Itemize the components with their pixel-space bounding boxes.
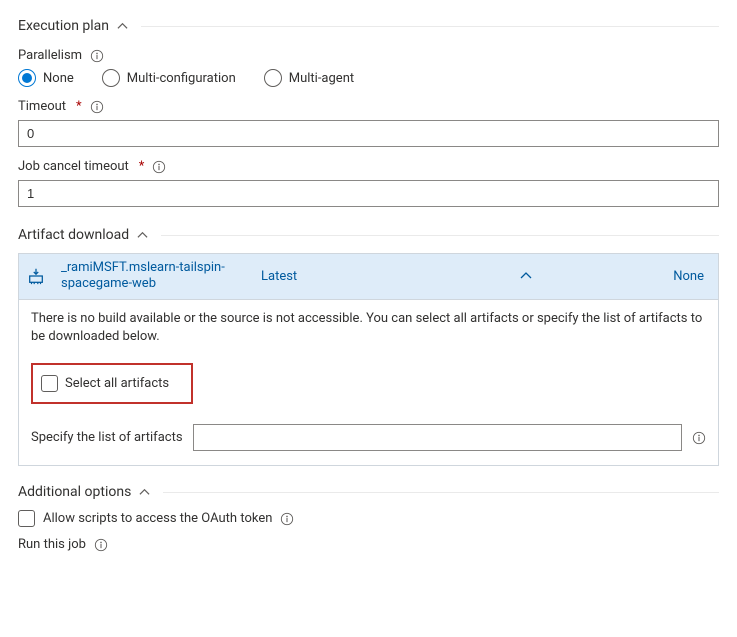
artifact-row[interactable]: _ramiMSFT.mslearn-tailspin-spacegame-web…	[19, 254, 718, 300]
required-mark: *	[76, 99, 82, 114]
allow-scripts-checkbox[interactable]	[18, 510, 35, 527]
chevron-up-icon	[115, 19, 129, 33]
build-icon	[19, 260, 53, 292]
run-this-job-row: Run this job	[18, 537, 719, 552]
radio-multi-configuration[interactable]: Multi-configuration	[102, 69, 236, 87]
info-icon[interactable]	[152, 160, 166, 174]
parallelism-label-row: Parallelism	[18, 48, 719, 63]
allow-scripts-label: Allow scripts to access the OAuth token	[43, 511, 272, 526]
artifact-body: There is no build available or the sourc…	[19, 300, 718, 466]
divider	[161, 235, 719, 236]
info-icon[interactable]	[90, 100, 104, 114]
artifact-version: Latest	[253, 263, 393, 290]
run-this-job-label: Run this job	[18, 537, 86, 552]
divider	[141, 26, 719, 27]
required-mark: *	[139, 159, 145, 174]
radio-none-label: None	[43, 71, 74, 86]
radio-none[interactable]: None	[18, 69, 74, 87]
cancel-timeout-label-row: Job cancel timeout *	[18, 159, 719, 174]
radio-multi-agent[interactable]: Multi-agent	[264, 69, 354, 87]
chevron-up-icon	[135, 228, 149, 242]
info-icon[interactable]	[90, 49, 104, 63]
timeout-label: Timeout	[18, 99, 66, 114]
parallelism-label: Parallelism	[18, 48, 82, 63]
artifact-selection-mode[interactable]: None	[658, 263, 718, 290]
info-icon[interactable]	[94, 538, 108, 552]
chevron-up-icon	[137, 485, 151, 499]
specify-artifacts-input[interactable]	[193, 424, 682, 451]
select-all-artifacts-option[interactable]: Select all artifacts	[31, 363, 193, 404]
select-all-checkbox[interactable]	[41, 375, 58, 392]
info-icon[interactable]	[280, 512, 294, 526]
artifact-collapse-toggle[interactable]	[393, 264, 658, 288]
parallelism-radio-group: None Multi-configuration Multi-agent	[18, 69, 719, 87]
specify-artifacts-row: Specify the list of artifacts	[31, 424, 706, 451]
info-icon[interactable]	[692, 431, 706, 445]
execution-plan-header[interactable]: Execution plan	[18, 18, 719, 34]
additional-options-header[interactable]: Additional options	[18, 484, 719, 500]
radio-multi-config-label: Multi-configuration	[127, 71, 236, 86]
artifact-download-header[interactable]: Artifact download	[18, 227, 719, 243]
specify-artifacts-label: Specify the list of artifacts	[31, 430, 183, 445]
cancel-timeout-label: Job cancel timeout	[18, 159, 129, 174]
artifact-source-name: _ramiMSFT.mslearn-tailspin-spacegame-web	[53, 254, 253, 299]
cancel-timeout-input[interactable]	[18, 180, 719, 207]
additional-options-title: Additional options	[18, 484, 131, 500]
artifact-box: _ramiMSFT.mslearn-tailspin-spacegame-web…	[18, 253, 719, 466]
timeout-input[interactable]	[18, 120, 719, 147]
select-all-label: Select all artifacts	[65, 376, 169, 391]
artifact-message: There is no build available or the sourc…	[31, 310, 706, 348]
execution-plan-title: Execution plan	[18, 18, 109, 34]
radio-multi-agent-label: Multi-agent	[289, 71, 354, 86]
divider	[163, 492, 719, 493]
allow-scripts-option[interactable]: Allow scripts to access the OAuth token	[18, 510, 719, 527]
artifact-download-title: Artifact download	[18, 227, 129, 243]
timeout-label-row: Timeout *	[18, 99, 719, 114]
